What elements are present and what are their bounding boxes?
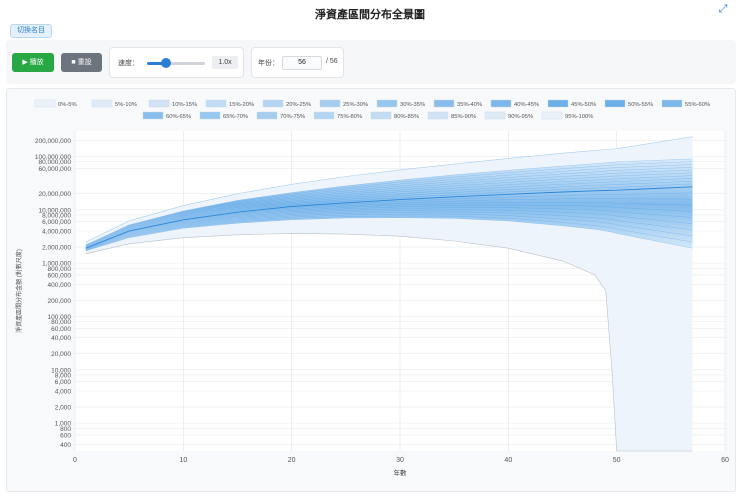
legend-label[interactable]: 65%-70% xyxy=(223,114,248,120)
legend-label[interactable]: 80%-85% xyxy=(394,114,419,120)
y-tick-label: 2,000 xyxy=(55,405,72,412)
legend-swatch[interactable] xyxy=(34,99,56,108)
legend-swatch[interactable] xyxy=(547,99,569,108)
y-tick-label: 60,000 xyxy=(51,326,71,333)
legend-swatch[interactable] xyxy=(205,99,227,108)
y-tick-label: 400,000 xyxy=(48,282,72,289)
x-tick-label: 30 xyxy=(396,457,404,464)
y-tick-label: 6,000 xyxy=(55,379,72,386)
legend-label[interactable]: 55%-60% xyxy=(685,102,710,108)
legend-label[interactable]: 75%-80% xyxy=(337,114,362,120)
legend-label[interactable]: 40%-45% xyxy=(514,102,539,108)
play-button[interactable]: ▶ 播放 xyxy=(12,53,54,72)
x-tick-label: 40 xyxy=(504,457,512,464)
y-tick-label: 4,000,000 xyxy=(42,229,71,236)
legend-label[interactable]: 85%-90% xyxy=(451,114,476,120)
y-tick-label: 4,000 xyxy=(55,389,72,396)
y-tick-label: 10,000 xyxy=(51,367,71,374)
y-axis-title: 淨資產區間分布金額 (對數尺度) xyxy=(15,249,23,333)
legend-swatch[interactable] xyxy=(604,99,626,108)
y-tick-label: 200,000 xyxy=(48,298,72,305)
legend-label[interactable]: 90%-95% xyxy=(508,114,533,120)
y-tick-label: 20,000,000 xyxy=(38,191,71,198)
legend-swatch[interactable] xyxy=(262,99,284,108)
legend-swatch[interactable] xyxy=(199,111,221,120)
legend-swatch[interactable] xyxy=(541,111,563,120)
year-control: 年份： 56 / 56 xyxy=(251,47,344,78)
legend-swatch[interactable] xyxy=(319,99,341,108)
speed-value: 1.0x xyxy=(212,56,238,69)
y-tick-label: 600,000 xyxy=(48,272,72,279)
y-tick-label: 1,000 xyxy=(55,421,72,428)
legend-swatch[interactable] xyxy=(313,111,335,120)
x-axis-title: 年數 xyxy=(394,468,408,477)
x-tick-label: 0 xyxy=(73,457,77,464)
legend-label[interactable]: 30%-35% xyxy=(400,102,425,108)
legend-label[interactable]: 10%-15% xyxy=(172,102,197,108)
legend-swatch[interactable] xyxy=(484,111,506,120)
y-tick-label: 100,000,000 xyxy=(35,154,72,161)
legend-label[interactable]: 60%-65% xyxy=(166,114,191,120)
y-tick-label: 40,000 xyxy=(51,335,71,342)
legend-label[interactable]: 95%-100% xyxy=(565,114,593,120)
y-tick-label: 60,000,000 xyxy=(38,166,71,173)
y-tick-label: 400 xyxy=(60,442,71,449)
x-tick-label: 20 xyxy=(288,457,296,464)
x-tick-label: 50 xyxy=(613,457,621,464)
speed-label: 速度： xyxy=(118,60,139,67)
year-total: / 56 xyxy=(326,58,338,65)
legend-label[interactable]: 25%-30% xyxy=(343,102,368,108)
legend-swatch[interactable] xyxy=(376,99,398,108)
y-tick-label: 100,000 xyxy=(48,314,72,321)
y-tick-label: 20,000 xyxy=(51,351,71,358)
legend-swatch[interactable] xyxy=(370,111,392,120)
legend-label[interactable]: 5%-10% xyxy=(115,102,137,108)
year-input[interactable]: 56 xyxy=(282,56,322,70)
legend-label[interactable]: 45%-50% xyxy=(571,102,596,108)
y-tick-label: 600 xyxy=(60,432,71,439)
chart-card: 400 600 800 1,000 2,000 4,000 6,000 8,000 10,000… xyxy=(6,88,736,492)
legend-label[interactable]: 15%-20% xyxy=(229,102,254,108)
y-tick-label: 10,000,000 xyxy=(38,207,71,214)
speed-slider-track[interactable] xyxy=(147,62,205,65)
page-title: 淨資產區間分布全景圖 xyxy=(315,9,425,21)
speed-control: 速度： 1.0x xyxy=(109,47,244,78)
y-tick-label: 6,000,000 xyxy=(42,219,71,226)
legend-swatch[interactable] xyxy=(433,99,455,108)
y-tick-label: 1,000,000 xyxy=(42,261,71,268)
legend-label[interactable]: 20%-25% xyxy=(286,102,311,108)
year-label: 年份： xyxy=(258,60,279,67)
legend-label[interactable]: 50%-55% xyxy=(628,102,653,108)
legend-label[interactable]: 70%-75% xyxy=(280,114,305,120)
distribution-chart: 4006008001,0002,0004,0006,0008,00010,000… xyxy=(15,99,729,477)
legend-swatch[interactable] xyxy=(142,111,164,120)
control-bar: ▶ 播放 ■ 重設 速度： 1.0x 年份： 56 / 56 xyxy=(6,40,736,84)
legend-swatch[interactable] xyxy=(661,99,683,108)
x-tick-label: 60 xyxy=(721,457,729,464)
x-tick-label: 10 xyxy=(179,457,187,464)
expand-icon[interactable]: ⤢ xyxy=(716,2,730,16)
legend-swatch[interactable] xyxy=(490,99,512,108)
y-tick-label: 2,000,000 xyxy=(42,245,71,252)
toggle-nominal-button[interactable]: 切換名目 xyxy=(10,24,52,38)
legend-label[interactable]: 35%-40% xyxy=(457,102,482,108)
legend-swatch[interactable] xyxy=(256,111,278,120)
y-tick-label: 200,000,000 xyxy=(35,138,72,145)
speed-slider-thumb[interactable] xyxy=(160,58,171,68)
legend-swatch[interactable] xyxy=(427,111,449,120)
legend-swatch[interactable] xyxy=(148,99,170,108)
reset-button[interactable]: ■ 重設 xyxy=(61,53,102,72)
legend-label[interactable]: 0%-5% xyxy=(58,102,77,108)
legend-swatch[interactable] xyxy=(91,99,113,108)
